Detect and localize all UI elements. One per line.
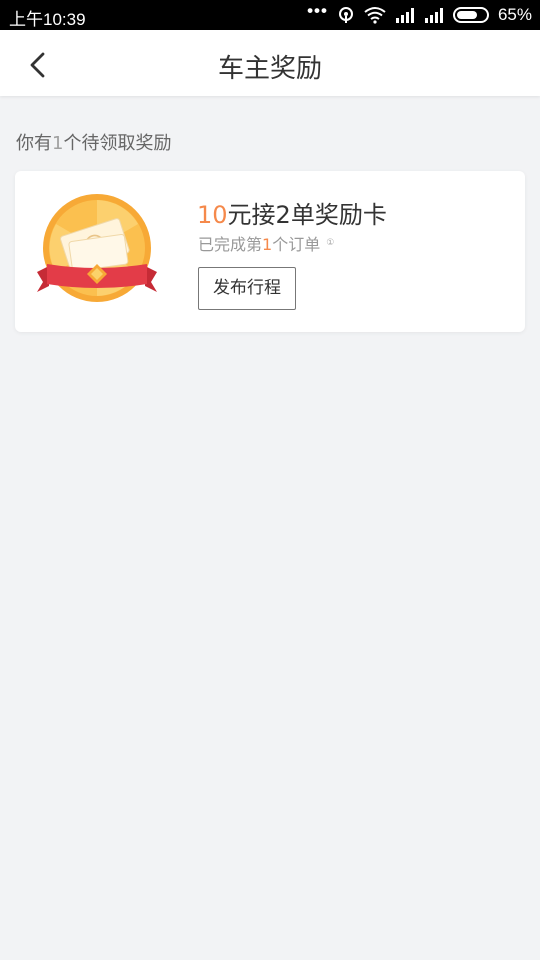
battery-percent: 65%: [497, 5, 532, 24]
status-icons: ••• 65%: [307, 1, 532, 25]
nav-bar: 车主奖励: [0, 30, 540, 96]
hotspot-icon: [338, 7, 353, 23]
progress-number: 1: [262, 235, 273, 254]
signal-icon-2: [424, 8, 443, 23]
signal-icon: [395, 8, 414, 23]
progress-prefix: 已完成第: [198, 235, 263, 254]
reward-title: 10元接2单奖励卡: [197, 195, 387, 230]
reward-title-text: 元接2单奖励卡: [227, 201, 387, 229]
summary-count: 1: [52, 133, 64, 154]
summary-suffix: 个待领取奖励: [63, 133, 172, 154]
more-dots-icon: •••: [307, 1, 328, 20]
reward-progress: 已完成第1个订单 ①: [198, 231, 334, 255]
progress-suffix: 个订单: [272, 235, 321, 254]
summary-prefix: 你有: [16, 133, 52, 154]
page-title: 车主奖励: [217, 54, 322, 84]
info-icon[interactable]: ①: [326, 238, 334, 248]
wifi-icon: [364, 7, 386, 24]
reward-amount: 10: [197, 201, 228, 229]
publish-trip-button[interactable]: 发布行程: [198, 267, 296, 310]
reward-medal-icon: ¥: [37, 194, 157, 302]
reward-card[interactable]: ¥ 10元接2单奖励卡 已完成第1个订单 ① 发布行程: [15, 171, 525, 332]
status-time: 上午10:39: [9, 10, 86, 29]
rewards-summary: 你有1个待领取奖励: [16, 129, 171, 155]
status-bar: 上午10:39 ••• 65%: [0, 0, 540, 30]
battery-icon: [452, 7, 489, 23]
